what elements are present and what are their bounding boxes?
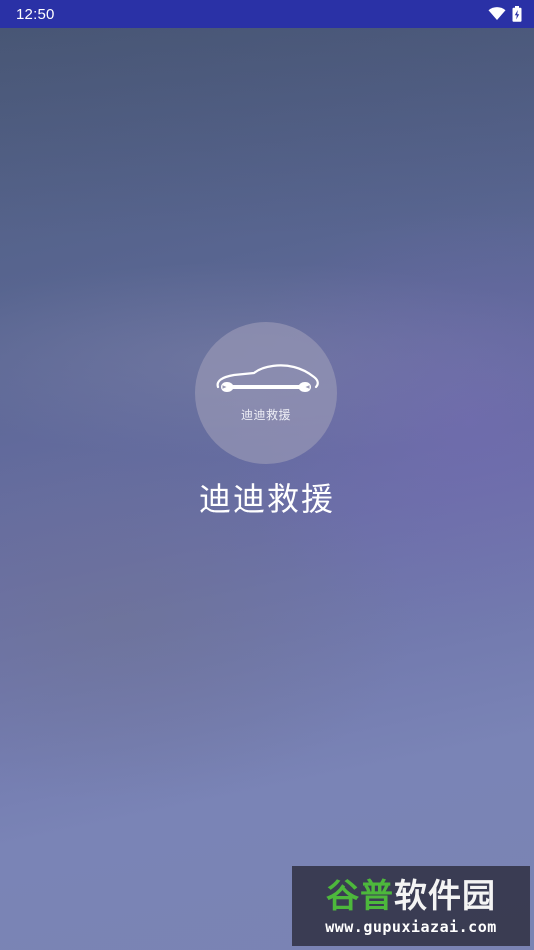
watermark-brand: 谷普软件园 xyxy=(326,876,496,916)
splash-screen: 12:50 迪迪救援 迪迪救援 谷普软件园 www.gupuxiazai.com xyxy=(0,0,534,950)
status-bar: 12:50 xyxy=(0,0,534,28)
app-title: 迪迪救援 xyxy=(198,480,335,518)
status-icons xyxy=(488,6,522,22)
wifi-icon xyxy=(488,7,506,20)
watermark-brand-part2: 软件园 xyxy=(394,876,496,915)
battery-charging-icon xyxy=(512,6,522,22)
logo-text: 迪迪救援 xyxy=(240,408,291,422)
status-time: 12:50 xyxy=(16,5,55,23)
watermark-url: www.gupuxiazai.com xyxy=(325,918,497,936)
watermark-brand-part1: 谷普 xyxy=(326,876,394,915)
car-wrench-icon xyxy=(216,364,319,392)
app-logo: 迪迪救援 xyxy=(195,322,337,464)
watermark: 谷普软件园 www.gupuxiazai.com xyxy=(292,866,530,946)
